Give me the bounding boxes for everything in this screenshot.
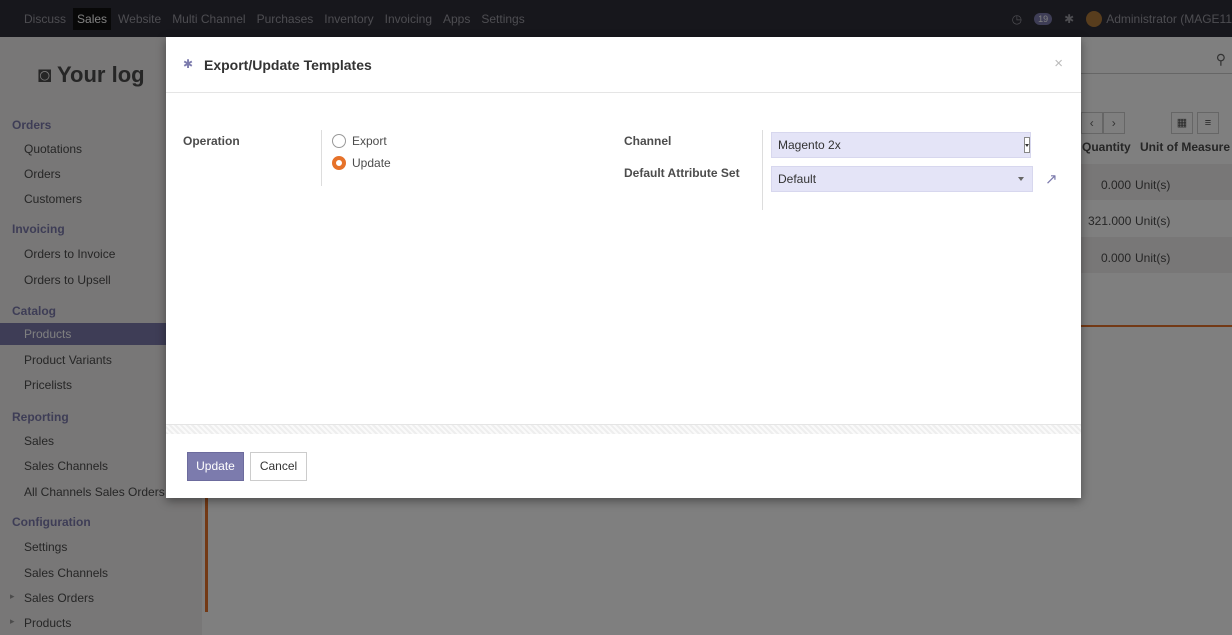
external-link-icon[interactable]: ↗ [1045,170,1058,188]
export-radio[interactable]: Export [332,134,387,148]
update-button[interactable]: Update [187,452,244,481]
field-separator [321,130,322,186]
update-radio[interactable]: Update [332,156,391,170]
export-update-dialog: ✱ Export/Update Templates × Operation Ex… [166,37,1081,498]
export-label: Export [352,134,387,148]
operation-label: Operation [183,134,240,148]
channel-label: Channel [624,134,672,148]
radio-checked-icon[interactable] [332,156,346,170]
dialog-footer: Update Cancel [166,435,1081,498]
cancel-button[interactable]: Cancel [250,452,307,481]
dialog-title: Export/Update Templates [204,57,372,73]
bug-icon: ✱ [183,57,194,71]
dialog-body: Operation Export Update Channel Default … [166,94,1081,424]
chevron-down-icon[interactable] [1024,137,1030,153]
close-icon[interactable]: × [1054,55,1063,72]
attribute-set-value: Default [778,172,817,186]
channel-select[interactable]: Magento 2x [771,132,1031,158]
update-label: Update [352,156,391,170]
dialog-header: ✱ Export/Update Templates × [166,37,1081,93]
attribute-set-select[interactable]: Default [771,166,1033,192]
channel-value: Magento 2x [778,138,841,152]
footer-divider [166,424,1081,434]
chevron-down-icon[interactable] [1018,177,1024,181]
radio-unchecked-icon[interactable] [332,134,346,148]
field-separator [762,130,763,210]
attribute-set-label: Default Attribute Set [624,166,740,180]
